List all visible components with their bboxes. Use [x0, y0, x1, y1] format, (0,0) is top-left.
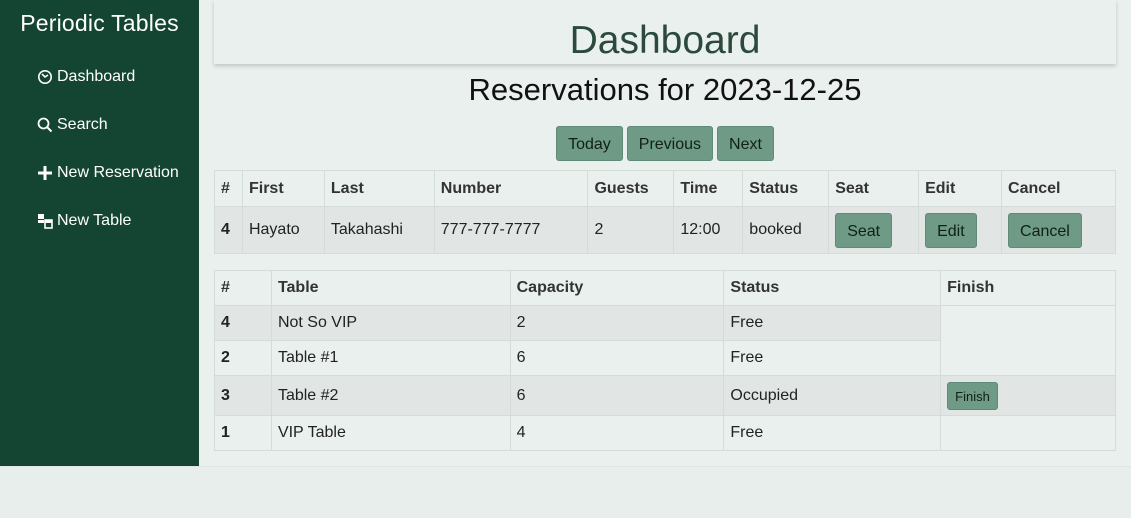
table-status: Free [723, 305, 942, 341]
table-status: Occupied [723, 375, 942, 416]
table-capacity: 4 [509, 415, 725, 451]
reservations-table: # First Last Number Guests Time Status S… [214, 170, 1116, 254]
brand-title[interactable]: Periodic Tables [0, 10, 199, 37]
table-row: 1 VIP Table 4 Free [214, 415, 1116, 451]
table-row: 4 Hayato Takahashi 777-777-7777 2 12:00 … [214, 206, 1116, 254]
table-capacity: 6 [509, 375, 725, 416]
sidebar-item-label: Search [57, 116, 108, 133]
edit-cell: Edit [918, 206, 1003, 254]
sidebar-item-label: New Reservation [57, 164, 179, 181]
table-icon [37, 213, 53, 229]
column-header: First [241, 170, 325, 207]
first-name: Hayato [241, 206, 325, 254]
column-header: Last [323, 170, 435, 207]
sidebar: Periodic Tables Dashboard Search New Res… [0, 0, 199, 466]
reservation-id: 4 [214, 206, 243, 254]
edit-button[interactable]: Edit [925, 213, 977, 248]
main-content: Dashboard Reservations for 2023-12-25 To… [199, 0, 1131, 466]
table-row: 2 Table #1 6 Free [214, 340, 1116, 376]
table-row: 4 Not So VIP 2 Free [214, 305, 1116, 341]
sidebar-nav: Dashboard Search New Reservation New Tab… [0, 53, 199, 245]
dashboard-icon [37, 69, 53, 85]
header-card: Dashboard [214, 0, 1116, 64]
table-id: 2 [214, 340, 272, 376]
column-header: Seat [828, 170, 920, 207]
seat-cell: Seat [828, 206, 920, 254]
previous-button[interactable]: Previous [626, 126, 714, 161]
column-header: Number [433, 170, 589, 207]
table-id: 3 [214, 375, 272, 416]
today-button[interactable]: Today [556, 126, 623, 161]
search-icon [37, 117, 53, 133]
table-status: Free [723, 415, 942, 451]
table-name: Table #2 [270, 375, 511, 416]
sidebar-item-search[interactable]: Search [0, 101, 199, 149]
table-row: 3 Table #2 6 Occupied Finish [214, 375, 1116, 416]
table-id: 1 [214, 415, 272, 451]
seat-button[interactable]: Seat [835, 213, 893, 248]
sidebar-item-new-table[interactable]: New Table [0, 197, 199, 245]
finish-cell [940, 415, 1116, 451]
column-header: Edit [918, 170, 1003, 207]
column-header: Finish [940, 270, 1116, 306]
footer-area [0, 466, 1131, 518]
finish-cell [940, 340, 1116, 376]
column-header: Time [673, 170, 744, 207]
sidebar-item-new-reservation[interactable]: New Reservation [0, 149, 199, 197]
column-header: Status [742, 170, 830, 207]
next-button[interactable]: Next [717, 126, 774, 161]
table-name: Not So VIP [270, 305, 511, 341]
sidebar-item-dashboard[interactable]: Dashboard [0, 53, 199, 101]
column-header: Cancel [1001, 170, 1116, 207]
column-header: Capacity [509, 270, 725, 306]
column-header: Table [270, 270, 511, 306]
phone-number: 777-777-7777 [433, 206, 589, 254]
table-id: 4 [214, 305, 272, 341]
table-header-row: # Table Capacity Status Finish [214, 270, 1116, 306]
reservation-time: 12:00 [673, 206, 744, 254]
table-status: Free [723, 340, 942, 376]
column-header: Guests [587, 170, 675, 207]
finish-cell: Finish [940, 375, 1116, 416]
table-capacity: 6 [509, 340, 725, 376]
finish-cell [940, 305, 1116, 341]
table-name: Table #1 [270, 340, 511, 376]
date-navigation: Today Previous Next [214, 126, 1116, 161]
page-title: Dashboard [569, 19, 761, 62]
table-name: VIP Table [270, 415, 511, 451]
sidebar-item-label: New Table [57, 212, 132, 229]
last-name: Takahashi [323, 206, 435, 254]
tables-table: # Table Capacity Status Finish 4 Not So … [214, 270, 1116, 451]
guest-count: 2 [587, 206, 675, 254]
table-capacity: 2 [509, 305, 725, 341]
cancel-cell: Cancel [1001, 206, 1116, 254]
cancel-button[interactable]: Cancel [1008, 213, 1082, 248]
sidebar-item-label: Dashboard [57, 68, 136, 85]
column-header: # [214, 170, 243, 207]
reservation-status: booked [742, 206, 830, 254]
table-header-row: # First Last Number Guests Time Status S… [214, 170, 1116, 207]
column-header: # [214, 270, 272, 306]
finish-button[interactable]: Finish [947, 381, 998, 410]
plus-icon [37, 165, 53, 181]
reservations-title: Reservations for 2023-12-25 [468, 72, 862, 107]
column-header: Status [723, 270, 942, 306]
